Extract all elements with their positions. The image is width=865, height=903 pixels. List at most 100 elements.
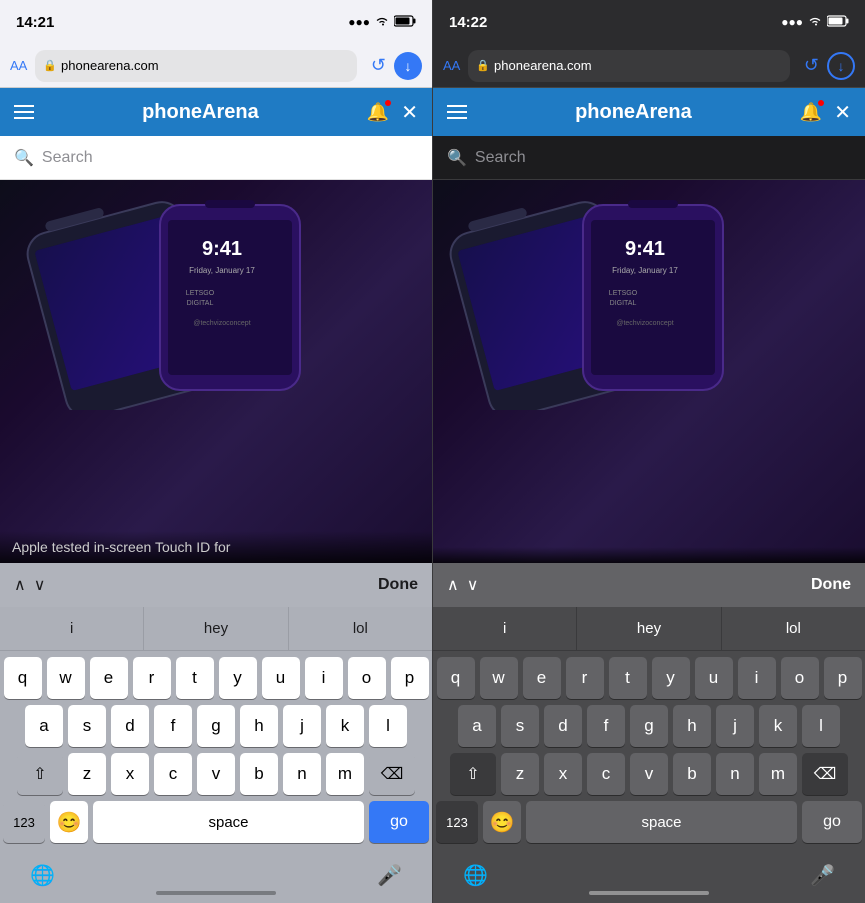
key-f-left[interactable]: f: [154, 705, 192, 747]
toolbar-next-right[interactable]: ∨: [467, 575, 479, 595]
nav-bell-left[interactable]: 🔔: [367, 102, 389, 123]
key-n-right[interactable]: n: [716, 753, 754, 795]
key-w-right[interactable]: w: [480, 657, 518, 699]
hamburger-menu-right[interactable]: [447, 105, 467, 119]
globe-icon-left[interactable]: 🌐: [30, 863, 55, 888]
safari-refresh-right[interactable]: ↺: [804, 55, 819, 76]
key-h-left[interactable]: h: [240, 705, 278, 747]
lock-icon-right: 🔒: [476, 59, 490, 72]
key-b-right[interactable]: b: [673, 753, 711, 795]
hamburger-menu-left[interactable]: [14, 105, 34, 119]
search-bar-right[interactable]: 🔍 Search: [433, 136, 865, 180]
key-b-left[interactable]: b: [240, 753, 278, 795]
nav-close-right[interactable]: ✕: [834, 100, 851, 125]
safari-download-left[interactable]: ↓: [394, 52, 422, 80]
key-m-left[interactable]: m: [326, 753, 364, 795]
key-s-right[interactable]: s: [501, 705, 539, 747]
key-p-left[interactable]: p: [391, 657, 429, 699]
key-shift-left[interactable]: ⇧: [17, 753, 63, 795]
key-h-right[interactable]: h: [673, 705, 711, 747]
safari-url-box-right[interactable]: 🔒 phonearena.com: [468, 50, 790, 82]
key-u-right[interactable]: u: [695, 657, 733, 699]
key-row-4-left: 123 😊 space go: [3, 801, 429, 843]
key-q-left[interactable]: q: [4, 657, 42, 699]
mic-icon-right[interactable]: 🎤: [810, 863, 835, 888]
key-o-left[interactable]: o: [348, 657, 386, 699]
key-a-right[interactable]: a: [458, 705, 496, 747]
safari-aa-right[interactable]: AA: [443, 58, 460, 73]
key-g-left[interactable]: g: [197, 705, 235, 747]
key-z-left[interactable]: z: [68, 753, 106, 795]
predictive-hey-right[interactable]: hey: [577, 607, 721, 650]
predictive-i-left[interactable]: i: [0, 607, 144, 650]
key-t-right[interactable]: t: [609, 657, 647, 699]
key-v-left[interactable]: v: [197, 753, 235, 795]
toolbar-prev-left[interactable]: ∧: [14, 575, 26, 595]
key-emoji-left[interactable]: 😊: [50, 801, 88, 843]
key-c-left[interactable]: c: [154, 753, 192, 795]
key-g-right[interactable]: g: [630, 705, 668, 747]
key-z-right[interactable]: z: [501, 753, 539, 795]
key-k-right[interactable]: k: [759, 705, 797, 747]
key-p-right[interactable]: p: [824, 657, 862, 699]
toolbar-done-right[interactable]: Done: [811, 576, 851, 594]
key-i-right[interactable]: i: [738, 657, 776, 699]
key-emoji-right[interactable]: 😊: [483, 801, 521, 843]
key-w-left[interactable]: w: [47, 657, 85, 699]
key-c-right[interactable]: c: [587, 753, 625, 795]
search-bar-left[interactable]: 🔍 Search: [0, 136, 432, 180]
safari-refresh-left[interactable]: ↺: [371, 55, 386, 76]
nav-bell-right[interactable]: 🔔: [800, 102, 822, 123]
predictive-lol-right[interactable]: lol: [722, 607, 865, 650]
key-r-right[interactable]: r: [566, 657, 604, 699]
key-x-left[interactable]: x: [111, 753, 149, 795]
nav-close-left[interactable]: ✕: [401, 100, 418, 125]
globe-icon-right[interactable]: 🌐: [463, 863, 488, 888]
predictive-lol-left[interactable]: lol: [289, 607, 432, 650]
key-t-left[interactable]: t: [176, 657, 214, 699]
key-delete-right[interactable]: ⌫: [802, 753, 848, 795]
home-indicator-right: [589, 891, 709, 895]
safari-url-box-left[interactable]: 🔒 phonearena.com: [35, 50, 357, 82]
key-123-right[interactable]: 123: [436, 801, 478, 843]
key-d-left[interactable]: d: [111, 705, 149, 747]
key-y-right[interactable]: y: [652, 657, 690, 699]
key-i-left[interactable]: i: [305, 657, 343, 699]
key-q-right[interactable]: q: [437, 657, 475, 699]
key-123-left[interactable]: 123: [3, 801, 45, 843]
key-o-right[interactable]: o: [781, 657, 819, 699]
safari-download-right[interactable]: ↓: [827, 52, 855, 80]
key-u-left[interactable]: u: [262, 657, 300, 699]
key-space-left[interactable]: space: [93, 801, 364, 843]
key-v-right[interactable]: v: [630, 753, 668, 795]
key-e-right[interactable]: e: [523, 657, 561, 699]
predictive-i-right[interactable]: i: [433, 607, 577, 650]
key-shift-right[interactable]: ⇧: [450, 753, 496, 795]
predictive-hey-left[interactable]: hey: [144, 607, 288, 650]
key-j-left[interactable]: j: [283, 705, 321, 747]
key-e-left[interactable]: e: [90, 657, 128, 699]
key-delete-left[interactable]: ⌫: [369, 753, 415, 795]
article-area-left: 9:41 Friday, January 17 LETSGO DIGITAL @…: [0, 180, 432, 563]
key-y-left[interactable]: y: [219, 657, 257, 699]
toolbar-done-left[interactable]: Done: [378, 576, 418, 594]
safari-aa-left[interactable]: AA: [10, 58, 27, 73]
key-m-right[interactable]: m: [759, 753, 797, 795]
toolbar-prev-right[interactable]: ∧: [447, 575, 459, 595]
key-d-right[interactable]: d: [544, 705, 582, 747]
key-r-left[interactable]: r: [133, 657, 171, 699]
key-l-right[interactable]: l: [802, 705, 840, 747]
key-n-left[interactable]: n: [283, 753, 321, 795]
key-go-right[interactable]: go: [802, 801, 862, 843]
key-go-left[interactable]: go: [369, 801, 429, 843]
key-x-right[interactable]: x: [544, 753, 582, 795]
key-a-left[interactable]: a: [25, 705, 63, 747]
key-f-right[interactable]: f: [587, 705, 625, 747]
toolbar-next-left[interactable]: ∨: [34, 575, 46, 595]
key-j-right[interactable]: j: [716, 705, 754, 747]
key-l-left[interactable]: l: [369, 705, 407, 747]
key-s-left[interactable]: s: [68, 705, 106, 747]
key-k-left[interactable]: k: [326, 705, 364, 747]
key-space-right[interactable]: space: [526, 801, 797, 843]
mic-icon-left[interactable]: 🎤: [377, 863, 402, 888]
